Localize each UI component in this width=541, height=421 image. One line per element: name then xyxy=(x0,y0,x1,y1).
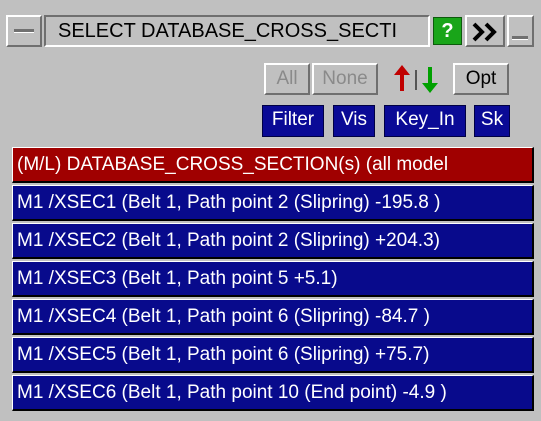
cross-section-list: (M/L) DATABASE_CROSS_SECTION(s) (all mod… xyxy=(12,147,534,421)
window-menu-button[interactable] xyxy=(6,15,42,47)
select-database-cross-section-panel: SELECT DATABASE_CROSS_SECTI ? All None O… xyxy=(0,0,541,421)
minimize-icon xyxy=(512,36,528,40)
select-all-button[interactable]: All xyxy=(264,63,310,95)
help-button[interactable]: ? xyxy=(433,17,462,45)
window-title: SELECT DATABASE_CROSS_SECTI xyxy=(44,15,430,47)
minimize-button[interactable] xyxy=(507,15,534,47)
double-chevron-right-icon xyxy=(472,22,497,42)
sketch-button[interactable]: Sk xyxy=(474,105,510,137)
expand-button[interactable] xyxy=(465,15,505,47)
list-header[interactable]: (M/L) DATABASE_CROSS_SECTION(s) (all mod… xyxy=(12,147,534,183)
title-bar: SELECT DATABASE_CROSS_SECTI ? xyxy=(6,15,534,47)
list-item[interactable]: M1 /XSEC1 (Belt 1, Path point 2 (Sliprin… xyxy=(12,185,534,221)
list-item[interactable]: M1 /XSEC4 (Belt 1, Path point 6 (Sliprin… xyxy=(12,299,534,335)
list-item[interactable]: M1 /XSEC6 (Belt 1, Path point 10 (End po… xyxy=(12,375,534,411)
filter-button[interactable]: Filter xyxy=(262,105,324,137)
list-item[interactable]: M1 /XSEC3 (Belt 1, Path point 5 +5.1) xyxy=(12,261,534,297)
options-button[interactable]: Opt xyxy=(453,63,509,95)
key-in-button[interactable]: Key_In xyxy=(384,105,466,137)
sort-button[interactable] xyxy=(392,64,448,94)
select-none-button[interactable]: None xyxy=(312,63,378,95)
window-menu-icon xyxy=(14,29,34,33)
visible-button[interactable]: Vis xyxy=(333,105,375,137)
list-item[interactable]: M1 /XSEC5 (Belt 1, Path point 6 (Sliprin… xyxy=(12,337,534,373)
list-item[interactable]: M1 /XSEC2 (Belt 1, Path point 2 (Sliprin… xyxy=(12,223,534,259)
sort-up-down-arrows-icon xyxy=(394,65,438,93)
